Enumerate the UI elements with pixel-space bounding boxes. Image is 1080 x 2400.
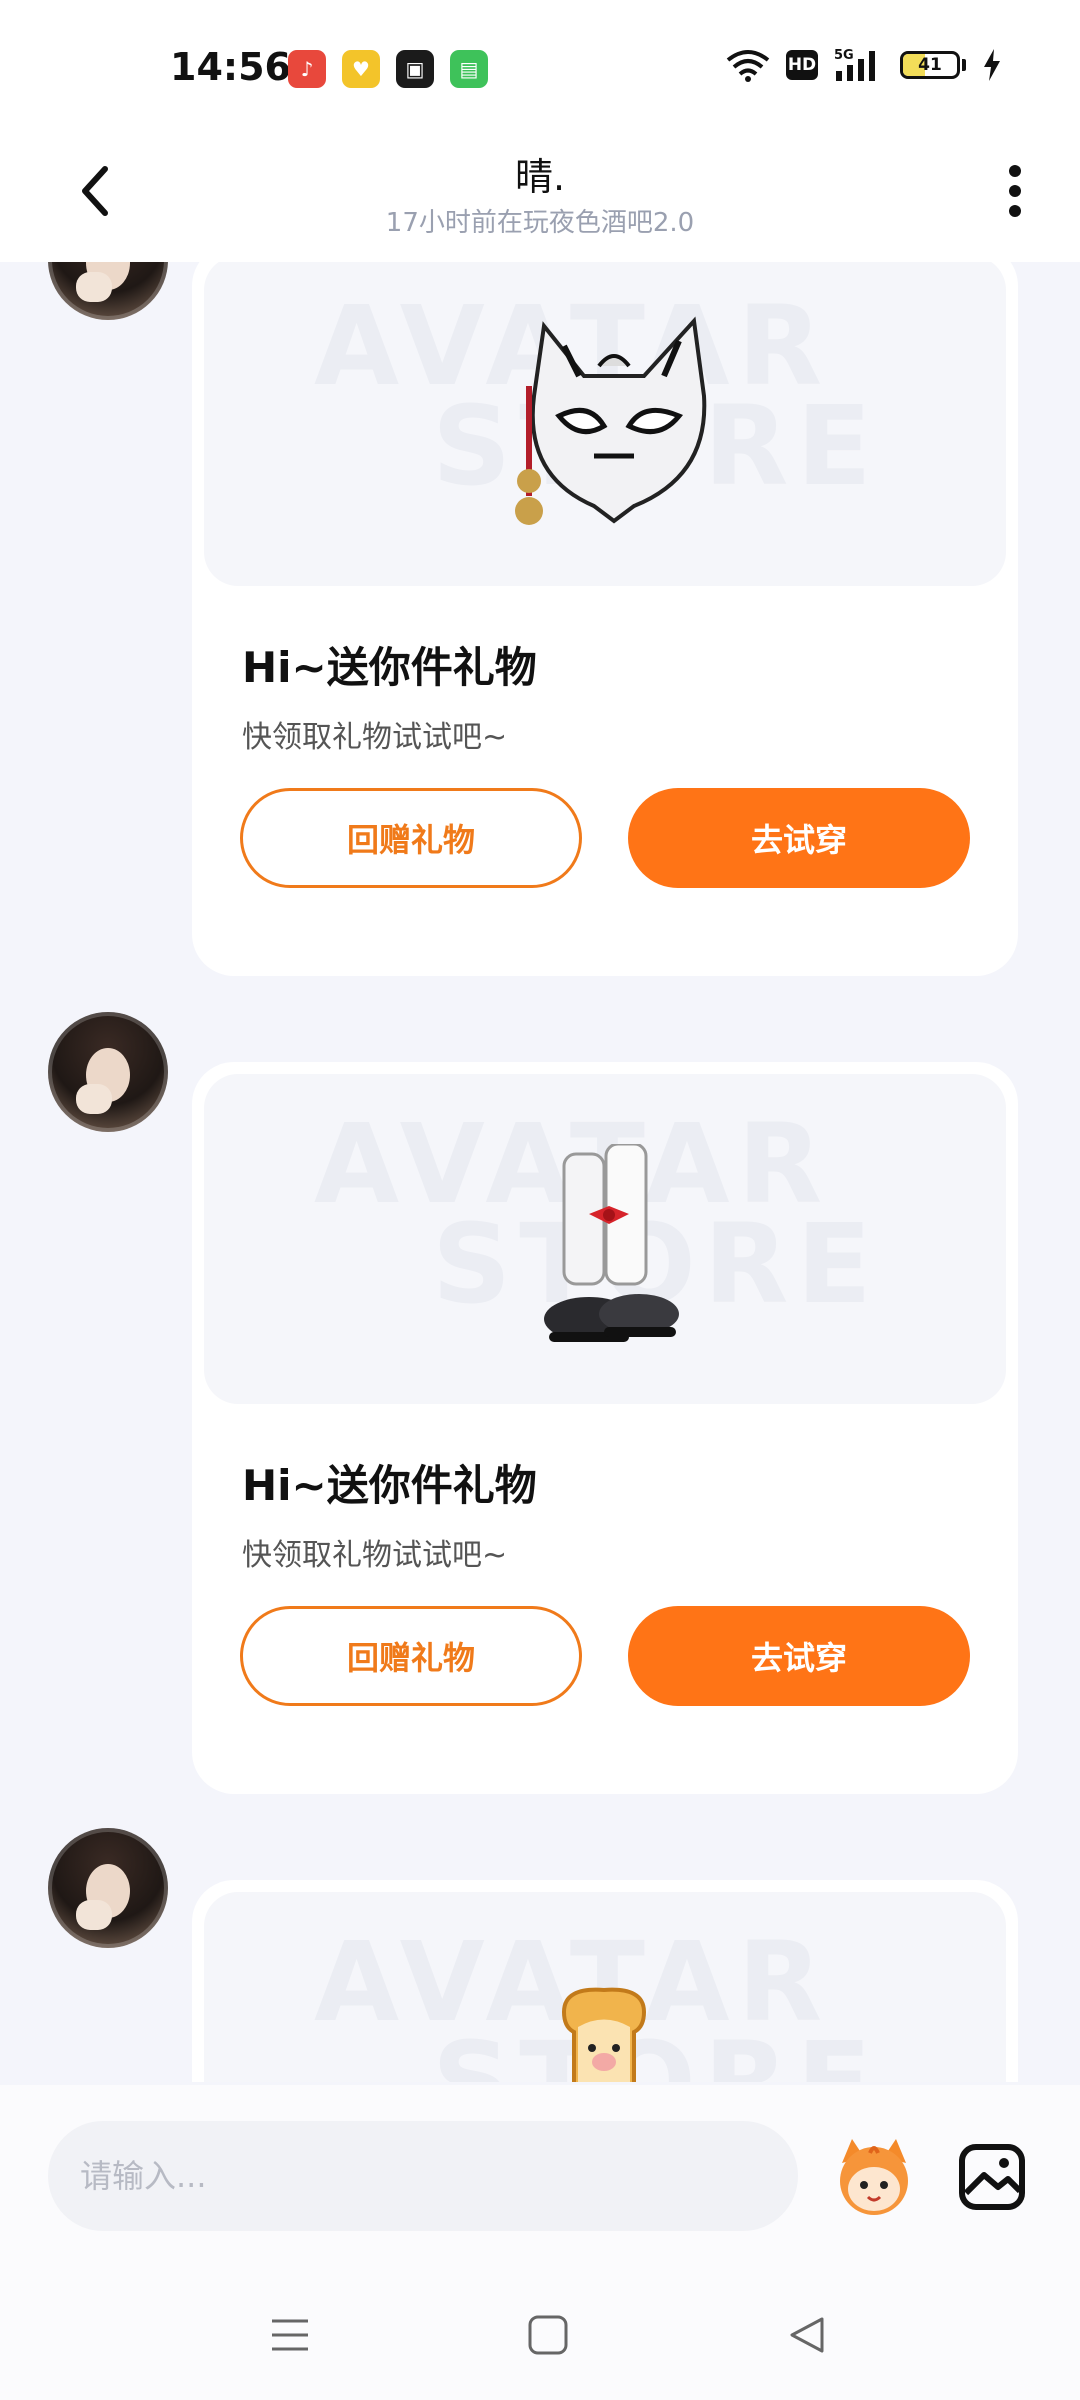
sticker-button[interactable] xyxy=(830,2133,918,2221)
gift-title: Hi~送你件礼物 xyxy=(242,643,537,692)
status-time: 14:56 xyxy=(170,45,291,89)
more-vertical-icon xyxy=(1009,165,1021,217)
home-square-icon xyxy=(528,2315,568,2355)
fox-mask-icon xyxy=(515,316,707,525)
input-bar xyxy=(0,2085,1080,2265)
return-gift-button[interactable]: 回赠礼物 xyxy=(240,788,582,888)
battery-indicator: 41 xyxy=(900,51,960,79)
home-button[interactable] xyxy=(518,2305,578,2365)
gift-subtitle: 快领取礼物试试吧~ xyxy=(242,720,508,755)
gift-image-panel: AVATAR STORE xyxy=(204,1892,1006,2082)
yellow-app-icon: ♥ xyxy=(342,50,380,88)
more-options-button[interactable] xyxy=(980,156,1050,226)
cellular-signal-icon: 5G xyxy=(834,46,884,84)
back-triangle-icon xyxy=(790,2317,824,2353)
gift-image-panel: AVATAR STORE xyxy=(204,1074,1006,1404)
back-nav-button[interactable] xyxy=(776,2305,836,2365)
gift-card: AVATAR STORE Hi~送你件礼物 快领取礼物试试吧~ 回赠礼物 去试穿 xyxy=(192,1062,1018,1794)
recent-apps-button[interactable] xyxy=(260,2305,320,2365)
mascot-sticker-icon xyxy=(840,2139,908,2215)
menu-lines-icon xyxy=(272,2319,308,2351)
message-list[interactable]: AVATAR STORE Hi~送你件礼物 快领取礼物试试吧~ 回赠礼物 去试穿 xyxy=(0,262,1080,2082)
gift-image-panel: AVATAR STORE xyxy=(204,262,1006,586)
chat-header: 晴. 17小时前在玩夜色酒吧2.0 xyxy=(0,130,1080,262)
try-on-button[interactable]: 去试穿 xyxy=(628,788,970,888)
image-icon xyxy=(959,2144,1025,2210)
news-app-icon: ▣ xyxy=(396,50,434,88)
sender-avatar[interactable] xyxy=(48,1012,168,1132)
try-on-button[interactable]: 去试穿 xyxy=(628,1606,970,1706)
sender-avatar[interactable] xyxy=(48,262,168,320)
battery-level: 41 xyxy=(918,55,942,75)
svg-text:5G: 5G xyxy=(834,48,854,63)
system-nav-bar xyxy=(0,2265,1080,2400)
peer-status: 17小时前在玩夜色酒吧2.0 xyxy=(385,208,695,238)
toast-icon xyxy=(561,1987,647,2082)
sender-avatar[interactable] xyxy=(48,1828,168,1948)
message-input[interactable] xyxy=(48,2121,798,2231)
image-picker-button[interactable] xyxy=(956,2141,1028,2213)
notification-app-icons: ♪ ♥ ▣ ▤ xyxy=(288,50,488,88)
gift-card: AVATAR STORE Hi~送你件礼物 快领取礼物试试吧~ 回赠礼物 去试穿 xyxy=(192,262,1018,976)
peer-name: 晴. xyxy=(514,155,566,199)
gift-subtitle: 快领取礼物试试吧~ xyxy=(242,1538,508,1573)
return-gift-button[interactable]: 回赠礼物 xyxy=(240,1606,582,1706)
gift-card: AVATAR STORE xyxy=(192,1880,1018,2082)
status-right-group: HD 5G 41 xyxy=(726,46,1002,84)
battery-cap xyxy=(962,59,966,71)
wifi-icon xyxy=(726,46,770,84)
message-app-icon: ▤ xyxy=(450,50,488,88)
music-app-icon: ♪ xyxy=(288,50,326,88)
gift-title: Hi~送你件礼物 xyxy=(242,1461,537,1510)
hd-badge: HD xyxy=(786,50,818,80)
status-bar: 14:56 ♪ ♥ ▣ ▤ HD 5G 41 xyxy=(0,0,1080,130)
charging-icon xyxy=(982,46,1002,84)
leg-warmers-shoes-icon xyxy=(544,1144,679,1342)
